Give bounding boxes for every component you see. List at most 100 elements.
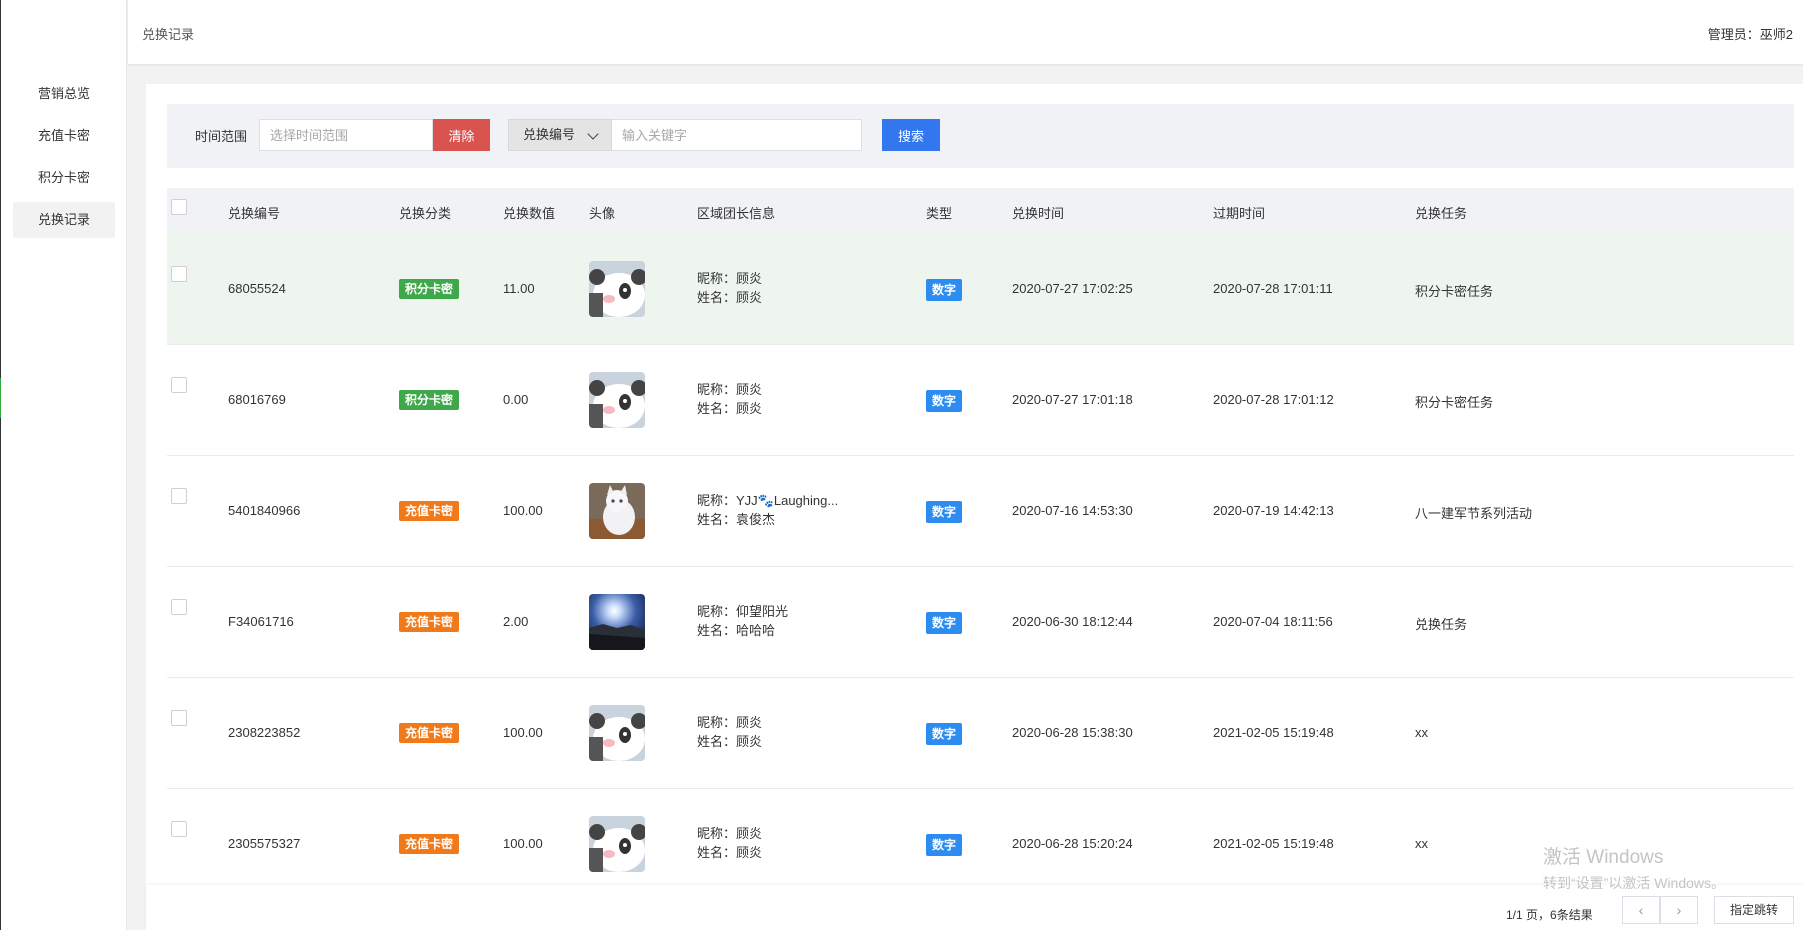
- leader-nickname: 昵称：仰望阳光: [697, 604, 789, 619]
- leader-name: 姓名：袁俊杰: [697, 512, 776, 527]
- cell-redeem-time: 2020-07-27 17:01:18: [1012, 392, 1133, 407]
- filter-bar: 时间范围 清除 兑换编号 搜索: [167, 104, 1794, 168]
- table-row[interactable]: 68016769 积分卡密 0.00 昵称：顾炎 姓名：顾炎 数字 2020-07-27 1…: [167, 345, 1794, 456]
- type-tag: 数字: [926, 279, 963, 301]
- cell-expire-time: 2021-02-05 15:19:48: [1213, 725, 1334, 740]
- cell-amount: 100.00: [503, 725, 543, 740]
- row-checkbox[interactable]: [171, 821, 187, 837]
- cell-amount: 11.00: [503, 281, 535, 296]
- type-tag: 数字: [926, 390, 963, 412]
- cell-task: 积分卡密任务: [1415, 395, 1494, 410]
- avatar: [589, 483, 645, 539]
- avatar: [589, 594, 645, 650]
- top-bar: 兑换记录 管理员：巫师2: [128, 0, 1803, 64]
- cell-id: 68055524: [228, 281, 286, 296]
- table-row[interactable]: F34061716 充值卡密 2.00 昵称：仰望阳光 姓名：哈哈哈 数字 2020-06-…: [167, 567, 1794, 678]
- cell-redeem-time: 2020-06-30 18:12:44: [1012, 614, 1133, 629]
- cell-redeem-time: 2020-07-16 14:53:30: [1012, 503, 1133, 518]
- leader-nickname: 昵称：顾炎: [697, 826, 763, 841]
- sidebar-item-marketing-overview[interactable]: 营销总览: [13, 76, 115, 112]
- chevron-down-icon: [587, 128, 599, 140]
- category-tag: 积分卡密: [399, 279, 460, 299]
- watermark-line1: 激活 Windows: [1543, 847, 1664, 868]
- avatar: [589, 261, 645, 317]
- table-row[interactable]: 2308223852 充值卡密 100.00 昵称：顾炎姓名：顾炎 数字 2020-06-…: [167, 678, 1794, 789]
- leader-info: 昵称：顾炎姓名：顾炎: [697, 713, 762, 751]
- category-tag: 充值卡密: [399, 723, 460, 743]
- sidebar-item-points-cards[interactable]: 积分卡密: [13, 160, 115, 196]
- search-button[interactable]: 搜索: [882, 119, 940, 151]
- time-range-input[interactable]: [259, 119, 433, 151]
- leader-name: 姓名：顾炎: [697, 845, 763, 860]
- table-row[interactable]: 68055524 积分卡密 11.00 昵称：顾炎 姓名：顾炎 数字 2020-07-27 …: [167, 234, 1794, 345]
- prev-page-button[interactable]: ‹: [1622, 896, 1660, 924]
- cell-expire-time: 2021-02-05 15:19:48: [1213, 836, 1334, 851]
- col-header-avatar: 头像: [589, 206, 616, 221]
- cell-id: 5401840966: [228, 503, 301, 518]
- cell-id: 2308223852: [228, 725, 301, 740]
- leader-info: 昵称：顾炎姓名：顾炎: [697, 824, 762, 862]
- clear-button[interactable]: 清除: [433, 119, 490, 151]
- cell-amount: 2.00: [503, 614, 529, 629]
- cell-redeem-time: 2020-06-28 15:38:30: [1012, 725, 1133, 740]
- leader-nickname: 昵称：顾炎: [697, 715, 763, 730]
- row-checkbox[interactable]: [171, 266, 187, 282]
- table-header: 兑换编号 兑换分类 兑换数值 头像 区域团长信息 类型 兑换时间 过期时间 兑换…: [167, 188, 1794, 234]
- col-header-amount: 兑换数值: [503, 206, 556, 221]
- leader-info: 昵称：顾炎姓名：顾炎: [697, 269, 762, 307]
- type-tag: 数字: [926, 612, 963, 634]
- sidebar-item-recharge-cards[interactable]: 充值卡密: [13, 118, 115, 154]
- cell-id: 68016769: [228, 392, 286, 407]
- sidebar-item-redeem-records[interactable]: 兑换记录: [13, 202, 115, 238]
- row-checkbox[interactable]: [171, 488, 187, 504]
- avatar: [589, 372, 645, 428]
- leader-nickname: 昵称：顾炎: [697, 382, 763, 397]
- leader-name: 姓名：哈哈哈: [697, 623, 776, 638]
- category-tag: 充值卡密: [399, 834, 460, 854]
- type-tag: 数字: [926, 501, 963, 523]
- col-header-category: 兑换分类: [399, 206, 452, 221]
- row-checkbox[interactable]: [171, 599, 187, 615]
- col-header-task: 兑换任务: [1415, 206, 1468, 221]
- cell-task: 兑换任务: [1415, 617, 1468, 632]
- cell-task: xx: [1415, 836, 1428, 851]
- category-tag: 充值卡密: [399, 501, 460, 521]
- table-row[interactable]: 5401840966 充值卡密 100.00 昵称：YJJ🐾Laughing... 姓名…: [167, 456, 1794, 567]
- next-page-button[interactable]: ›: [1660, 896, 1698, 924]
- avatar: [589, 816, 645, 872]
- row-checkbox[interactable]: [171, 377, 187, 393]
- leader-info: 昵称：仰望阳光 姓名：哈哈哈: [697, 602, 788, 640]
- leader-nickname: 昵称：YJJ🐾Laughing...: [697, 493, 839, 508]
- keyword-input[interactable]: [612, 119, 862, 151]
- time-range-label: 时间范围: [195, 129, 248, 144]
- leader-name: 姓名：顾炎: [697, 290, 763, 305]
- select-all-checkbox[interactable]: [171, 199, 187, 215]
- goto-page-button[interactable]: 指定跳转: [1714, 896, 1794, 924]
- col-header-type: 类型: [926, 206, 953, 221]
- search-field-select[interactable]: 兑换编号: [508, 119, 612, 151]
- type-tag: 数字: [926, 834, 963, 856]
- leader-name: 姓名：顾炎: [697, 734, 763, 749]
- category-tag: 积分卡密: [399, 390, 460, 410]
- cell-expire-time: 2020-07-28 17:01:11: [1213, 281, 1333, 296]
- content-card: 时间范围 清除 兑换编号 搜索 兑换编号 兑换分类 兑换数值 头像 区域团长信息…: [146, 84, 1803, 930]
- cell-task: xx: [1415, 725, 1428, 740]
- cell-amount: 100.00: [503, 503, 543, 518]
- cell-redeem-time: 2020-06-28 15:20:24: [1012, 836, 1133, 851]
- search-field-select-value: 兑换编号: [523, 127, 576, 142]
- leader-info: 昵称：顾炎 姓名：顾炎: [697, 380, 762, 418]
- leader-nickname: 昵称：顾炎: [697, 271, 763, 286]
- col-header-leader-info: 区域团长信息: [697, 206, 776, 221]
- cell-id: F34061716: [228, 614, 294, 629]
- row-checkbox[interactable]: [171, 710, 187, 726]
- type-tag: 数字: [926, 723, 963, 745]
- admin-label[interactable]: 管理员：巫师2: [1708, 24, 1793, 43]
- cell-expire-time: 2020-07-04 18:11:56: [1213, 614, 1333, 629]
- watermark-line2: 转到“设置”以激活 Windows。: [1543, 875, 1726, 891]
- leader-info: 昵称：YJJ🐾Laughing... 姓名：袁俊杰: [697, 491, 838, 529]
- windows-activation-watermark: 激活 Windows 转到“设置”以激活 Windows。: [1543, 842, 1725, 893]
- pagination-summary: 1/1 页，6条结果: [1506, 908, 1593, 922]
- cell-task: 八一建军节系列活动: [1415, 506, 1533, 521]
- category-tag: 充值卡密: [399, 612, 460, 632]
- cell-id: 2305575327: [228, 836, 301, 851]
